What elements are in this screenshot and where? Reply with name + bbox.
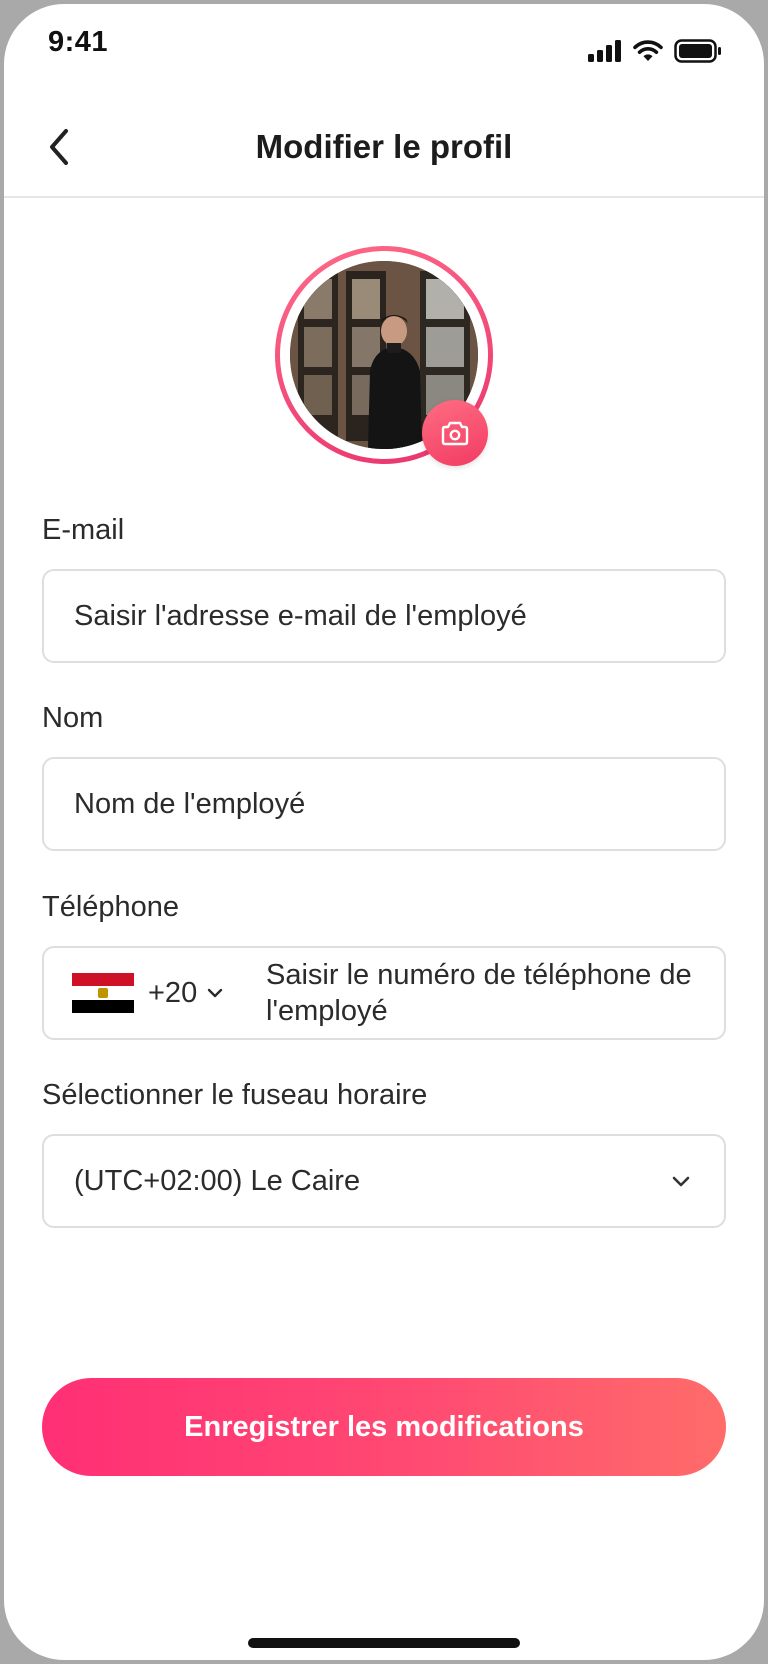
phone-input[interactable]: Saisir le numéro de téléphone de l'emplo…: [266, 958, 704, 1028]
chevron-down-icon: [672, 1176, 690, 1187]
phone-label: Téléphone: [42, 891, 180, 923]
status-icons: [588, 36, 722, 66]
battery-icon: [674, 39, 721, 63]
signal-icon: [588, 40, 621, 62]
egypt-flag-icon: [72, 973, 134, 1013]
page-title: Modifier le profil: [255, 128, 513, 165]
save-changes-button[interactable]: Enregistrer les modifications: [42, 1378, 726, 1476]
wifi-icon: [633, 40, 663, 61]
status-bar: 9:41: [4, 4, 764, 94]
status-time: 9:41: [48, 26, 109, 58]
name-input[interactable]: [74, 759, 700, 849]
camera-icon: [441, 421, 469, 446]
dial-code: +20: [148, 976, 198, 1009]
email-label: E-mail: [42, 514, 125, 546]
home-indicator: [248, 1638, 520, 1648]
timezone-label: Sélectionner le fuseau horaire: [42, 1079, 428, 1111]
email-field: [42, 569, 726, 663]
country-code-selector[interactable]: +20: [72, 948, 242, 1038]
top-bar: Modifier le profil: [4, 100, 764, 198]
chevron-down-icon: [208, 988, 223, 998]
timezone-value: (UTC+02:00) Le Caire: [74, 1164, 361, 1197]
phone-field: +20 Saisir le numéro de téléphone de l'e…: [42, 946, 726, 1040]
name-field: [42, 757, 726, 851]
name-label: Nom: [42, 702, 104, 734]
timezone-select[interactable]: (UTC+02:00) Le Caire: [42, 1134, 726, 1228]
email-input[interactable]: [74, 571, 700, 661]
phone-screen: 9:41 Modifier le profil E-mail Saisir l'…: [4, 4, 764, 1660]
change-photo-button[interactable]: [422, 400, 488, 466]
